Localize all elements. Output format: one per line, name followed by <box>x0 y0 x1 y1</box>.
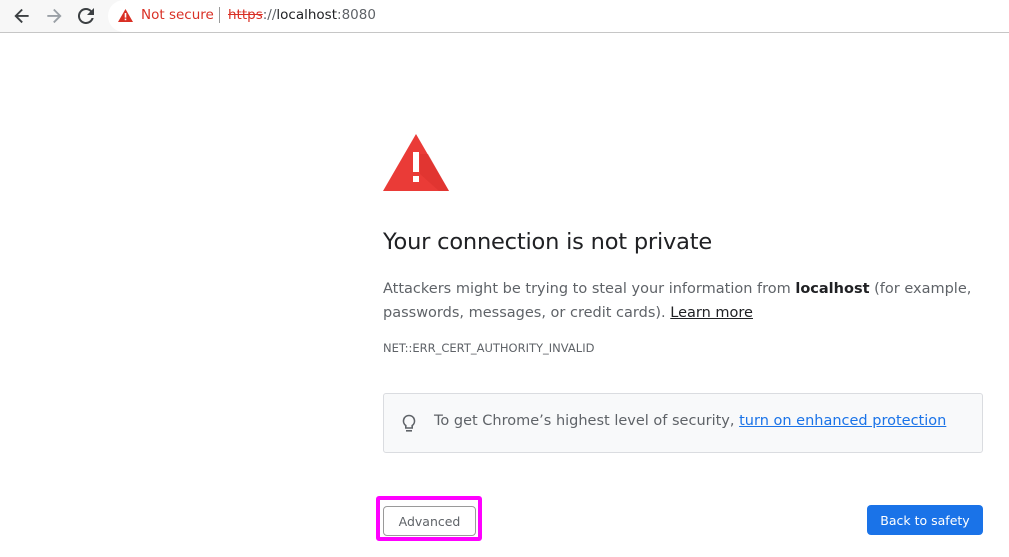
reload-icon <box>78 8 94 24</box>
url-scheme: https <box>228 7 263 23</box>
security-label: Not secure <box>141 7 214 23</box>
address-bar[interactable]: Not secure https://localhost:8080 <box>108 0 1009 32</box>
enhanced-protection-box: To get Chrome’s highest level of securit… <box>383 393 983 453</box>
warning-triangle-icon <box>383 134 449 191</box>
arrow-right-icon <box>47 8 62 24</box>
url-text[interactable]: https://localhost:8080 <box>228 0 376 30</box>
url-host: localhost <box>276 7 338 23</box>
reload-button[interactable] <box>73 4 99 28</box>
description-prefix: Attackers might be trying to steal your … <box>383 281 796 297</box>
omnibox-separator <box>219 7 220 23</box>
forward-button[interactable] <box>41 4 67 28</box>
lightbulb-icon <box>402 414 416 432</box>
advanced-button[interactable]: Advanced <box>383 506 476 536</box>
enhanced-protection-text: To get Chrome’s highest level of securit… <box>434 413 946 429</box>
arrow-left-icon <box>14 8 29 24</box>
page-title: Your connection is not private <box>383 229 712 255</box>
enhanced-protection-link[interactable]: turn on enhanced protection <box>739 413 946 429</box>
url-port: :8080 <box>337 7 376 23</box>
security-chip[interactable]: Not secure <box>118 0 214 30</box>
url-separator: :// <box>262 7 277 23</box>
warning-triangle-icon <box>118 8 133 22</box>
enhanced-protection-message: To get Chrome’s highest level of securit… <box>434 413 740 429</box>
description-host: localhost <box>795 281 870 297</box>
back-to-safety-button[interactable]: Back to safety <box>867 505 983 535</box>
back-button[interactable] <box>9 4 35 28</box>
error-code: NET::ERR_CERT_AUTHORITY_INVALID <box>383 341 595 355</box>
learn-more-link[interactable]: Learn more <box>670 305 753 321</box>
browser-toolbar: Not secure https://localhost:8080 <box>0 0 1009 33</box>
description: Attackers might be trying to steal your … <box>383 277 983 325</box>
